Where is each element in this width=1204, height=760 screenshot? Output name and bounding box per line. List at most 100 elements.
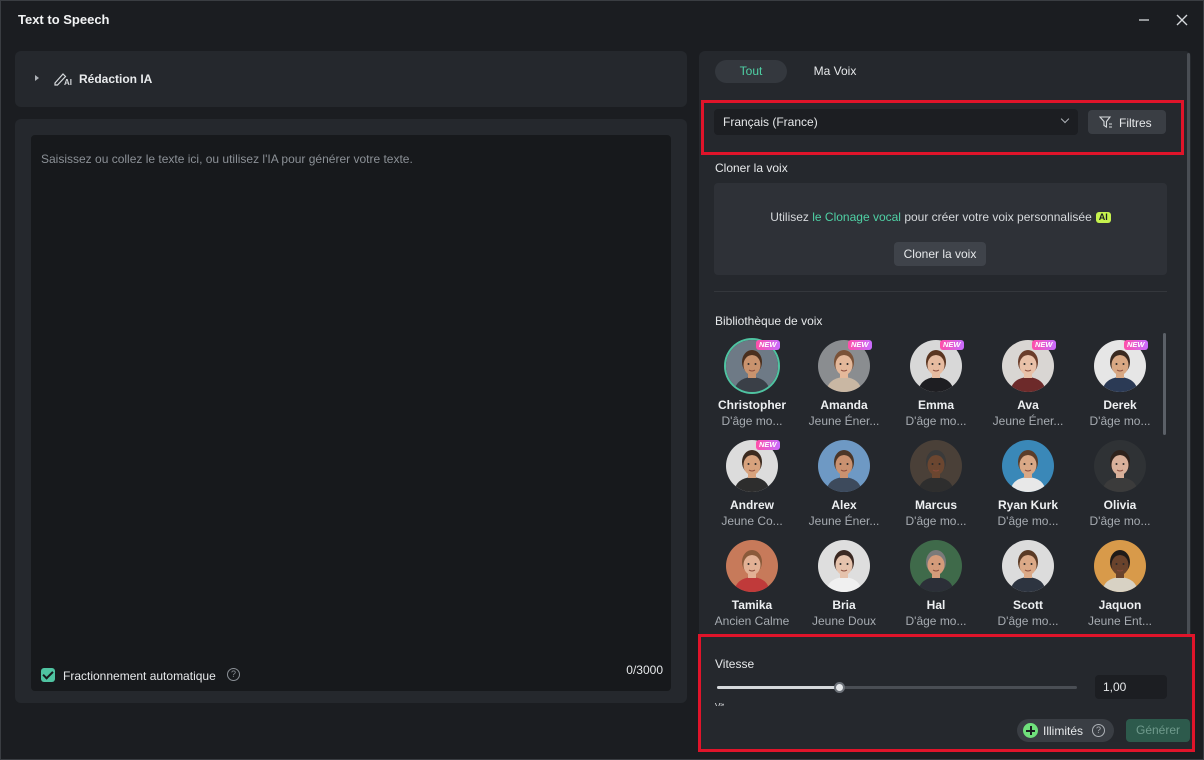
close-button[interactable]: [1171, 9, 1193, 31]
voice-description: D'âge mo...: [905, 414, 967, 428]
text-input-area[interactable]: Saisissez ou collez le texte ici, ou uti…: [31, 135, 671, 691]
speed-controls: Vitesse 1,00 Vit Illimités ? Générer: [699, 635, 1193, 751]
next-setting-label: Vit: [715, 702, 724, 706]
voice-description: D'âge mo...: [997, 614, 1059, 628]
voice-name: Andrew: [729, 498, 774, 512]
avatar: [726, 540, 778, 592]
avatar: [1094, 540, 1146, 592]
clone-voice-title: Cloner la voix: [715, 161, 788, 175]
svg-text:AI: AI: [64, 78, 72, 86]
voice-name: Tamika: [731, 598, 773, 612]
tab-all[interactable]: Tout: [715, 60, 787, 83]
voice-name: Alex: [831, 498, 857, 512]
voice-card-hal[interactable]: Hal D'âge mo...: [893, 540, 979, 636]
voice-card-alex[interactable]: Alex Jeune Éner...: [801, 440, 887, 536]
voice-card-amanda[interactable]: NEW Amanda Jeune Éner...: [801, 340, 887, 436]
voice-card-christopher[interactable]: NEW Christopher D'âge mo...: [709, 340, 795, 436]
expand-caret-icon[interactable]: [35, 75, 39, 81]
avatar: [1094, 440, 1146, 492]
voice-card-bria[interactable]: Bria Jeune Doux: [801, 540, 887, 636]
new-badge: NEW: [1124, 340, 1148, 350]
panel-scrollbar[interactable]: [1187, 53, 1190, 655]
voice-description: Jeune Ent...: [1087, 614, 1153, 628]
voice-card-tamika[interactable]: Tamika Ancien Calme: [709, 540, 795, 636]
voice-library-title: Bibliothèque de voix: [715, 314, 823, 328]
voice-cloning-link[interactable]: le Clonage vocal: [812, 210, 901, 224]
ai-badge: AI: [1095, 212, 1111, 223]
filters-button[interactable]: Filtres: [1088, 110, 1166, 134]
voice-description: Ancien Calme: [714, 614, 790, 628]
voice-card-ryan-kurk[interactable]: Ryan Kurk D'âge mo...: [985, 440, 1071, 536]
new-badge: NEW: [848, 340, 872, 350]
text-to-speech-window: Text to Speech AI Rédaction IA Saisissez…: [0, 0, 1204, 760]
voice-card-derek[interactable]: NEW Derek D'âge mo...: [1077, 340, 1163, 436]
voice-card-scott[interactable]: Scott D'âge mo...: [985, 540, 1071, 636]
ai-pen-icon: AI: [54, 73, 72, 86]
clone-text-before: Utilisez: [770, 210, 809, 224]
divider: [714, 291, 1167, 292]
auto-split-checkbox[interactable]: [41, 668, 55, 682]
voice-card-jaquon[interactable]: Jaquon Jeune Ent...: [1077, 540, 1163, 636]
tab-my-voice[interactable]: Ma Voix: [795, 60, 875, 83]
voice-name: Hal: [926, 598, 946, 612]
new-badge: NEW: [940, 340, 964, 350]
voice-card-olivia[interactable]: Olivia D'âge mo...: [1077, 440, 1163, 536]
voice-name: Marcus: [914, 498, 958, 512]
voice-description: D'âge mo...: [1089, 414, 1151, 428]
avatar: [1002, 440, 1054, 492]
new-badge: NEW: [756, 340, 780, 350]
voice-description: D'âge mo...: [997, 514, 1059, 528]
unlimited-button[interactable]: Illimités ?: [1017, 719, 1114, 742]
voice-description: Jeune Éner...: [808, 514, 880, 528]
speed-slider-handle[interactable]: [834, 682, 846, 693]
generate-button[interactable]: Générer: [1126, 719, 1190, 742]
auto-split-label[interactable]: Fractionnement automatique: [63, 669, 216, 683]
speed-value-input[interactable]: 1,00: [1095, 675, 1167, 699]
voice-description: Jeune Doux: [811, 614, 877, 628]
editor-placeholder: Saisissez ou collez le texte ici, ou uti…: [41, 152, 413, 166]
voice-name: Derek: [1103, 398, 1137, 412]
voice-description: D'âge mo...: [1089, 514, 1151, 528]
filter-icon: [1099, 116, 1112, 128]
title-bar: Text to Speech: [1, 1, 1203, 37]
chevron-down-icon: [1060, 114, 1070, 124]
voice-name: Olivia: [1103, 498, 1137, 512]
ai-writing-panel[interactable]: AI Rédaction IA: [15, 51, 687, 107]
new-badge: NEW: [1032, 340, 1056, 350]
voice-name: Scott: [1013, 598, 1043, 612]
speed-slider-fill: [717, 686, 840, 689]
help-icon[interactable]: ?: [1092, 724, 1105, 737]
avatar: [910, 440, 962, 492]
avatar: [1002, 540, 1054, 592]
minimize-button[interactable]: [1133, 9, 1155, 31]
clone-voice-button[interactable]: Cloner la voix: [894, 242, 986, 266]
character-count: 0/3000: [626, 663, 663, 677]
voice-card-andrew[interactable]: NEW Andrew Jeune Co...: [709, 440, 795, 536]
voice-card-ava[interactable]: NEW Ava Jeune Éner...: [985, 340, 1071, 436]
voice-list-scrollbar[interactable]: [1163, 333, 1166, 435]
voice-description: Jeune Co...: [721, 514, 783, 528]
voice-name: Christopher: [717, 398, 786, 412]
window-title: Text to Speech: [18, 12, 110, 27]
filters-label: Filtres: [1119, 116, 1152, 130]
voice-description: D'âge mo...: [905, 614, 967, 628]
clone-voice-description: Utilisez le Clonage vocal pour créer vot…: [714, 210, 1167, 224]
ai-writing-label: Rédaction IA: [79, 72, 153, 86]
unlimited-label: Illimités: [1043, 724, 1084, 738]
language-select[interactable]: Français (France): [714, 109, 1078, 135]
editor-panel: Saisissez ou collez le texte ici, ou uti…: [15, 119, 687, 703]
minimize-icon: [1139, 19, 1149, 21]
voice-name: Emma: [917, 398, 955, 412]
plus-icon: [1023, 723, 1038, 738]
language-selected-value: Français (France): [723, 115, 818, 129]
avatar: [818, 440, 870, 492]
clone-voice-card: Utilisez le Clonage vocal pour créer vot…: [714, 183, 1167, 275]
new-badge: NEW: [756, 440, 780, 450]
voice-card-marcus[interactable]: Marcus D'âge mo...: [893, 440, 979, 536]
voice-card-emma[interactable]: NEW Emma D'âge mo...: [893, 340, 979, 436]
help-icon[interactable]: ?: [227, 668, 240, 681]
speed-slider[interactable]: [717, 682, 1077, 693]
voice-description: D'âge mo...: [905, 514, 967, 528]
avatar: [910, 540, 962, 592]
voice-description: D'âge mo...: [721, 414, 783, 428]
